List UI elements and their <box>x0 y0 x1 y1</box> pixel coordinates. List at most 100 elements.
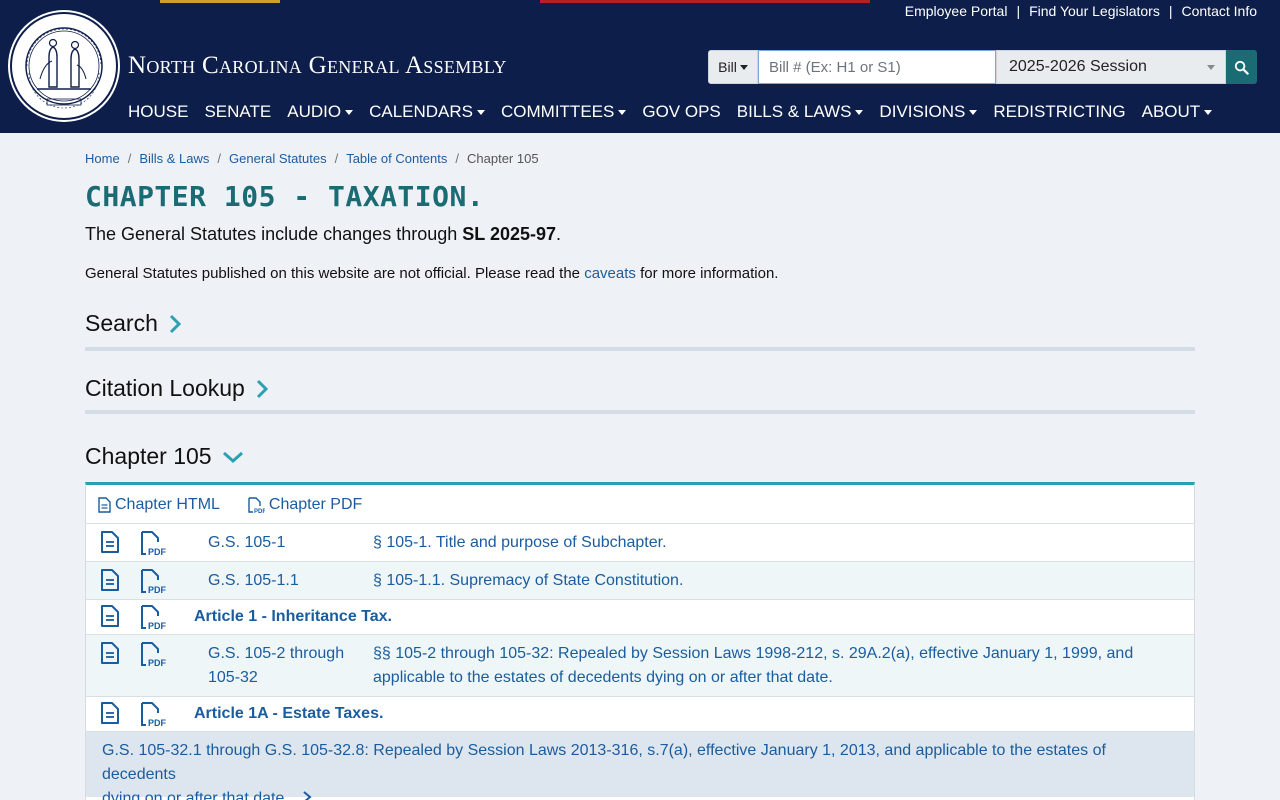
nav-about[interactable]: ABOUT <box>1142 102 1213 122</box>
disclaimer-suffix: for more information. <box>640 265 779 282</box>
search-icon <box>1234 60 1249 75</box>
chevron-down-icon <box>855 109 864 115</box>
chapter-section-toggle[interactable]: Chapter 105 <box>85 443 244 470</box>
nav-label: BILLS & LAWS <box>736 102 852 121</box>
article-link[interactable]: Article 1 - Inheritance Tax. <box>194 608 392 626</box>
breadcrumb-current: Chapter 105 <box>467 151 539 166</box>
nav-label: COMMITTEES <box>501 102 615 121</box>
state-seal-logo[interactable] <box>7 9 121 123</box>
statute-row: PDF G.S. 105-1.1 § 105-1.1. Supremacy of… <box>86 561 1194 599</box>
svg-text:PDF: PDF <box>148 718 166 727</box>
utility-links: Employee Portal | Find Your Legislators … <box>905 3 1257 19</box>
changes-prefix: The General Statutes include changes thr… <box>85 224 458 244</box>
separator: | <box>1168 3 1173 19</box>
svg-text:PDF: PDF <box>254 509 265 514</box>
statute-title-link[interactable]: §§ 105-2 through 105-32: Repealed by Ses… <box>373 642 1133 690</box>
nav-divisions[interactable]: DIVISIONS <box>879 102 978 122</box>
repealed-notice-row[interactable]: G.S. 105-32.1 through G.S. 105-32.8: Rep… <box>86 731 1194 800</box>
document-icon[interactable] <box>100 604 120 628</box>
pdf-icon[interactable]: PDF <box>140 701 166 727</box>
document-icon[interactable] <box>100 701 120 725</box>
employee-portal-link[interactable]: Employee Portal <box>905 3 1008 19</box>
header-accent-gold <box>160 0 280 3</box>
document-icon <box>98 497 111 513</box>
svg-text:PDF: PDF <box>148 585 166 594</box>
pdf-icon[interactable]: PDF <box>140 568 166 594</box>
nav-senate[interactable]: SENATE <box>204 102 271 122</box>
nav-calendars[interactable]: CALENDARS <box>369 102 485 122</box>
nav-label: REDISTRICTING <box>993 102 1126 121</box>
find-legislators-link[interactable]: Find Your Legislators <box>1029 3 1160 19</box>
document-icon[interactable] <box>100 568 120 592</box>
contact-info-link[interactable]: Contact Info <box>1182 3 1258 19</box>
svg-text:PDF: PDF <box>148 547 166 556</box>
session-select[interactable]: 2025-2026 Session <box>996 50 1226 84</box>
changes-suffix: . <box>556 224 562 244</box>
breadcrumb-bills-laws[interactable]: Bills & Laws <box>139 151 209 166</box>
breadcrumb-separator: / <box>455 151 460 166</box>
repealed-notice-line: dying on or after that date. <box>102 790 289 800</box>
chapter-html-link[interactable]: Chapter HTML <box>98 496 220 514</box>
statute-title-link[interactable]: § 105-1. Title and purpose of Subchapter… <box>373 531 667 555</box>
bill-number-input[interactable] <box>758 50 996 84</box>
chapter-pdf-link[interactable]: PDF Chapter PDF <box>248 496 362 514</box>
section-title: Citation Lookup <box>85 375 245 401</box>
search-section-toggle[interactable]: Search <box>85 310 182 337</box>
statute-row: PDF G.S. 105-1 § 105-1. Title and purpos… <box>86 523 1194 561</box>
session-law-ref: SL 2025-97 <box>462 224 557 244</box>
nav-label: SENATE <box>204 102 272 121</box>
chevron-down-icon <box>477 109 485 115</box>
nav-redistricting[interactable]: REDISTRICTING <box>993 102 1125 122</box>
chapter-pdf-label: Chapter PDF <box>268 496 363 513</box>
breadcrumb-home[interactable]: Home <box>85 151 120 166</box>
breadcrumb-separator: / <box>334 151 339 166</box>
site-title[interactable]: North Carolina General Assembly <box>128 52 507 80</box>
chevron-down-icon <box>739 64 748 70</box>
statute-title-link[interactable]: § 105-1.1. Supremacy of State Constituti… <box>373 569 683 593</box>
chevron-right-icon <box>303 791 312 800</box>
chevron-down-icon <box>1207 64 1215 70</box>
nav-label: ABOUT <box>1141 102 1201 121</box>
chevron-down-icon <box>1204 109 1213 115</box>
pdf-icon[interactable]: PDF <box>140 641 166 667</box>
document-icon[interactable] <box>100 641 120 665</box>
chapter-panel: Chapter HTML PDF Chapter PDF PDF G.S. 10… <box>85 482 1195 800</box>
section-title: Search <box>85 310 158 336</box>
article-row: PDF Article 1A - Estate Taxes. <box>86 696 1194 731</box>
main-nav: HOUSE SENATE AUDIO CALENDARS COMMITTEES … <box>128 102 1213 122</box>
chevron-down-icon <box>969 109 978 115</box>
svg-text:PDF: PDF <box>148 621 166 630</box>
statute-number-link[interactable]: G.S. 105-2 through 105-32 <box>208 642 344 690</box>
nav-label: AUDIO <box>287 102 342 121</box>
document-icon[interactable] <box>100 530 120 554</box>
nav-house[interactable]: HOUSE <box>128 102 188 122</box>
search-button[interactable] <box>1226 50 1257 84</box>
disclaimer-prefix: General Statutes published on this websi… <box>85 265 581 282</box>
nav-audio[interactable]: AUDIO <box>287 102 354 122</box>
pdf-icon[interactable]: PDF <box>140 604 166 630</box>
section-divider <box>85 410 1195 414</box>
chevron-right-icon <box>169 314 181 333</box>
breadcrumb: Home / Bills & Laws / General Statutes /… <box>85 151 539 166</box>
statute-number-line: 105-32 <box>208 669 258 686</box>
caveats-link[interactable]: caveats <box>584 265 636 282</box>
nav-bills-laws[interactable]: BILLS & LAWS <box>737 102 864 122</box>
citation-lookup-section-toggle[interactable]: Citation Lookup <box>85 375 269 402</box>
statute-row: PDF G.S. 105-2 through 105-32 §§ 105-2 th… <box>86 634 1194 696</box>
nav-committees[interactable]: COMMITTEES <box>501 102 627 122</box>
section-divider <box>85 347 1195 351</box>
nav-gov-ops[interactable]: GOV OPS <box>642 102 720 122</box>
statute-number-link[interactable]: G.S. 105-1.1 <box>208 569 299 593</box>
bill-type-dropdown[interactable]: Bill <box>708 50 758 84</box>
article-row: PDF Article 1 - Inheritance Tax. <box>86 599 1194 634</box>
bill-search-bar: Bill 2025-2026 Session <box>708 50 1257 84</box>
breadcrumb-separator: / <box>217 151 222 166</box>
article-link[interactable]: Article 1A - Estate Taxes. <box>194 705 383 723</box>
pdf-icon[interactable]: PDF <box>140 530 166 556</box>
breadcrumb-table-of-contents[interactable]: Table of Contents <box>346 151 447 166</box>
nav-label: HOUSE <box>128 102 189 121</box>
breadcrumb-general-statutes[interactable]: General Statutes <box>229 151 327 166</box>
statute-number-link[interactable]: G.S. 105-1 <box>208 531 285 555</box>
header-accent-red <box>540 0 870 3</box>
changes-through-notice: The General Statutes include changes thr… <box>85 224 561 245</box>
